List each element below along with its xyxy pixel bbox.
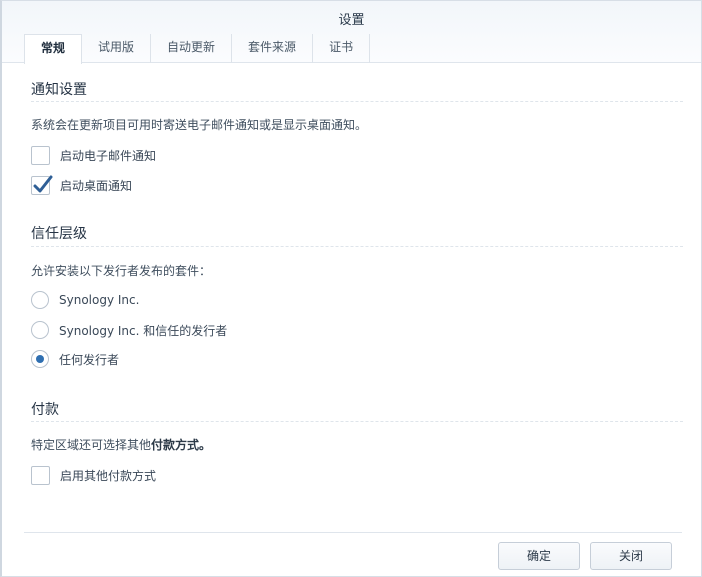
settings-window: 设置 常规 试用版 自动更新 套件来源 证书 通知设置 系统会在更新项目可用时寄…: [0, 0, 702, 577]
tab-auto-update[interactable]: 自动更新: [151, 34, 233, 63]
close-button[interactable]: 关闭: [590, 542, 672, 570]
email-notification-checkbox[interactable]: [31, 145, 50, 165]
tab-certificate[interactable]: 证书: [313, 34, 371, 63]
trust-option-any[interactable]: 任何发行者: [31, 349, 119, 369]
notification-description: 系统会在更新项目可用时寄送电子邮件通知或是显示桌面通知。: [31, 118, 368, 132]
payment-description-prefix: 特定区域还可选择其他: [31, 438, 152, 452]
tab-bar: 常规 试用版 自动更新 套件来源 证书: [24, 34, 371, 65]
desktop-notification-option[interactable]: 启动桌面通知: [31, 175, 132, 195]
trust-option-label: Synology Inc. 和信任的发行者: [59, 323, 228, 338]
other-payment-option[interactable]: 启用其他付款方式: [31, 465, 156, 485]
desktop-notification-checkbox[interactable]: [31, 175, 53, 195]
other-payment-checkbox[interactable]: [31, 465, 50, 485]
other-payment-label: 启用其他付款方式: [60, 468, 157, 483]
trust-option-label: Synology Inc.: [59, 293, 140, 307]
trust-radio-synology[interactable]: [31, 291, 49, 309]
trust-option-synology[interactable]: Synology Inc.: [31, 290, 139, 310]
payment-section-title: 付款: [31, 402, 59, 418]
trust-radio-synology-trusted[interactable]: [31, 321, 49, 339]
email-notification-label: 启动电子邮件通知: [60, 148, 157, 163]
email-notification-option[interactable]: 启动电子邮件通知: [31, 145, 156, 165]
window-header: 设置 常规 试用版 自动更新 套件来源 证书: [2, 1, 701, 65]
trust-option-synology-trusted[interactable]: Synology Inc. 和信任的发行者: [31, 320, 227, 340]
tab-beta[interactable]: 试用版: [82, 34, 152, 63]
tab-general[interactable]: 常规: [24, 34, 83, 65]
trust-divider: [31, 246, 683, 247]
desktop-notification-label: 启动桌面通知: [60, 178, 133, 193]
trust-description: 允许安装以下发行者发布的套件：: [31, 264, 212, 278]
notification-section-title: 通知设置: [31, 82, 87, 98]
trust-section-title: 信任层级: [31, 226, 87, 242]
payment-divider: [31, 421, 683, 422]
trust-radio-any[interactable]: [31, 350, 49, 368]
trust-option-label: 任何发行者: [59, 352, 120, 367]
ok-button[interactable]: 确定: [498, 542, 580, 570]
footer-divider: [24, 532, 682, 533]
tab-package-sources[interactable]: 套件来源: [232, 34, 314, 63]
notification-divider: [31, 101, 683, 102]
payment-description-bold: 付款方式。: [151, 438, 212, 452]
window-title: 设置: [338, 13, 365, 28]
check-icon: [33, 175, 53, 192]
payment-description: 特定区域还可选择其他付款方式。: [31, 436, 211, 453]
